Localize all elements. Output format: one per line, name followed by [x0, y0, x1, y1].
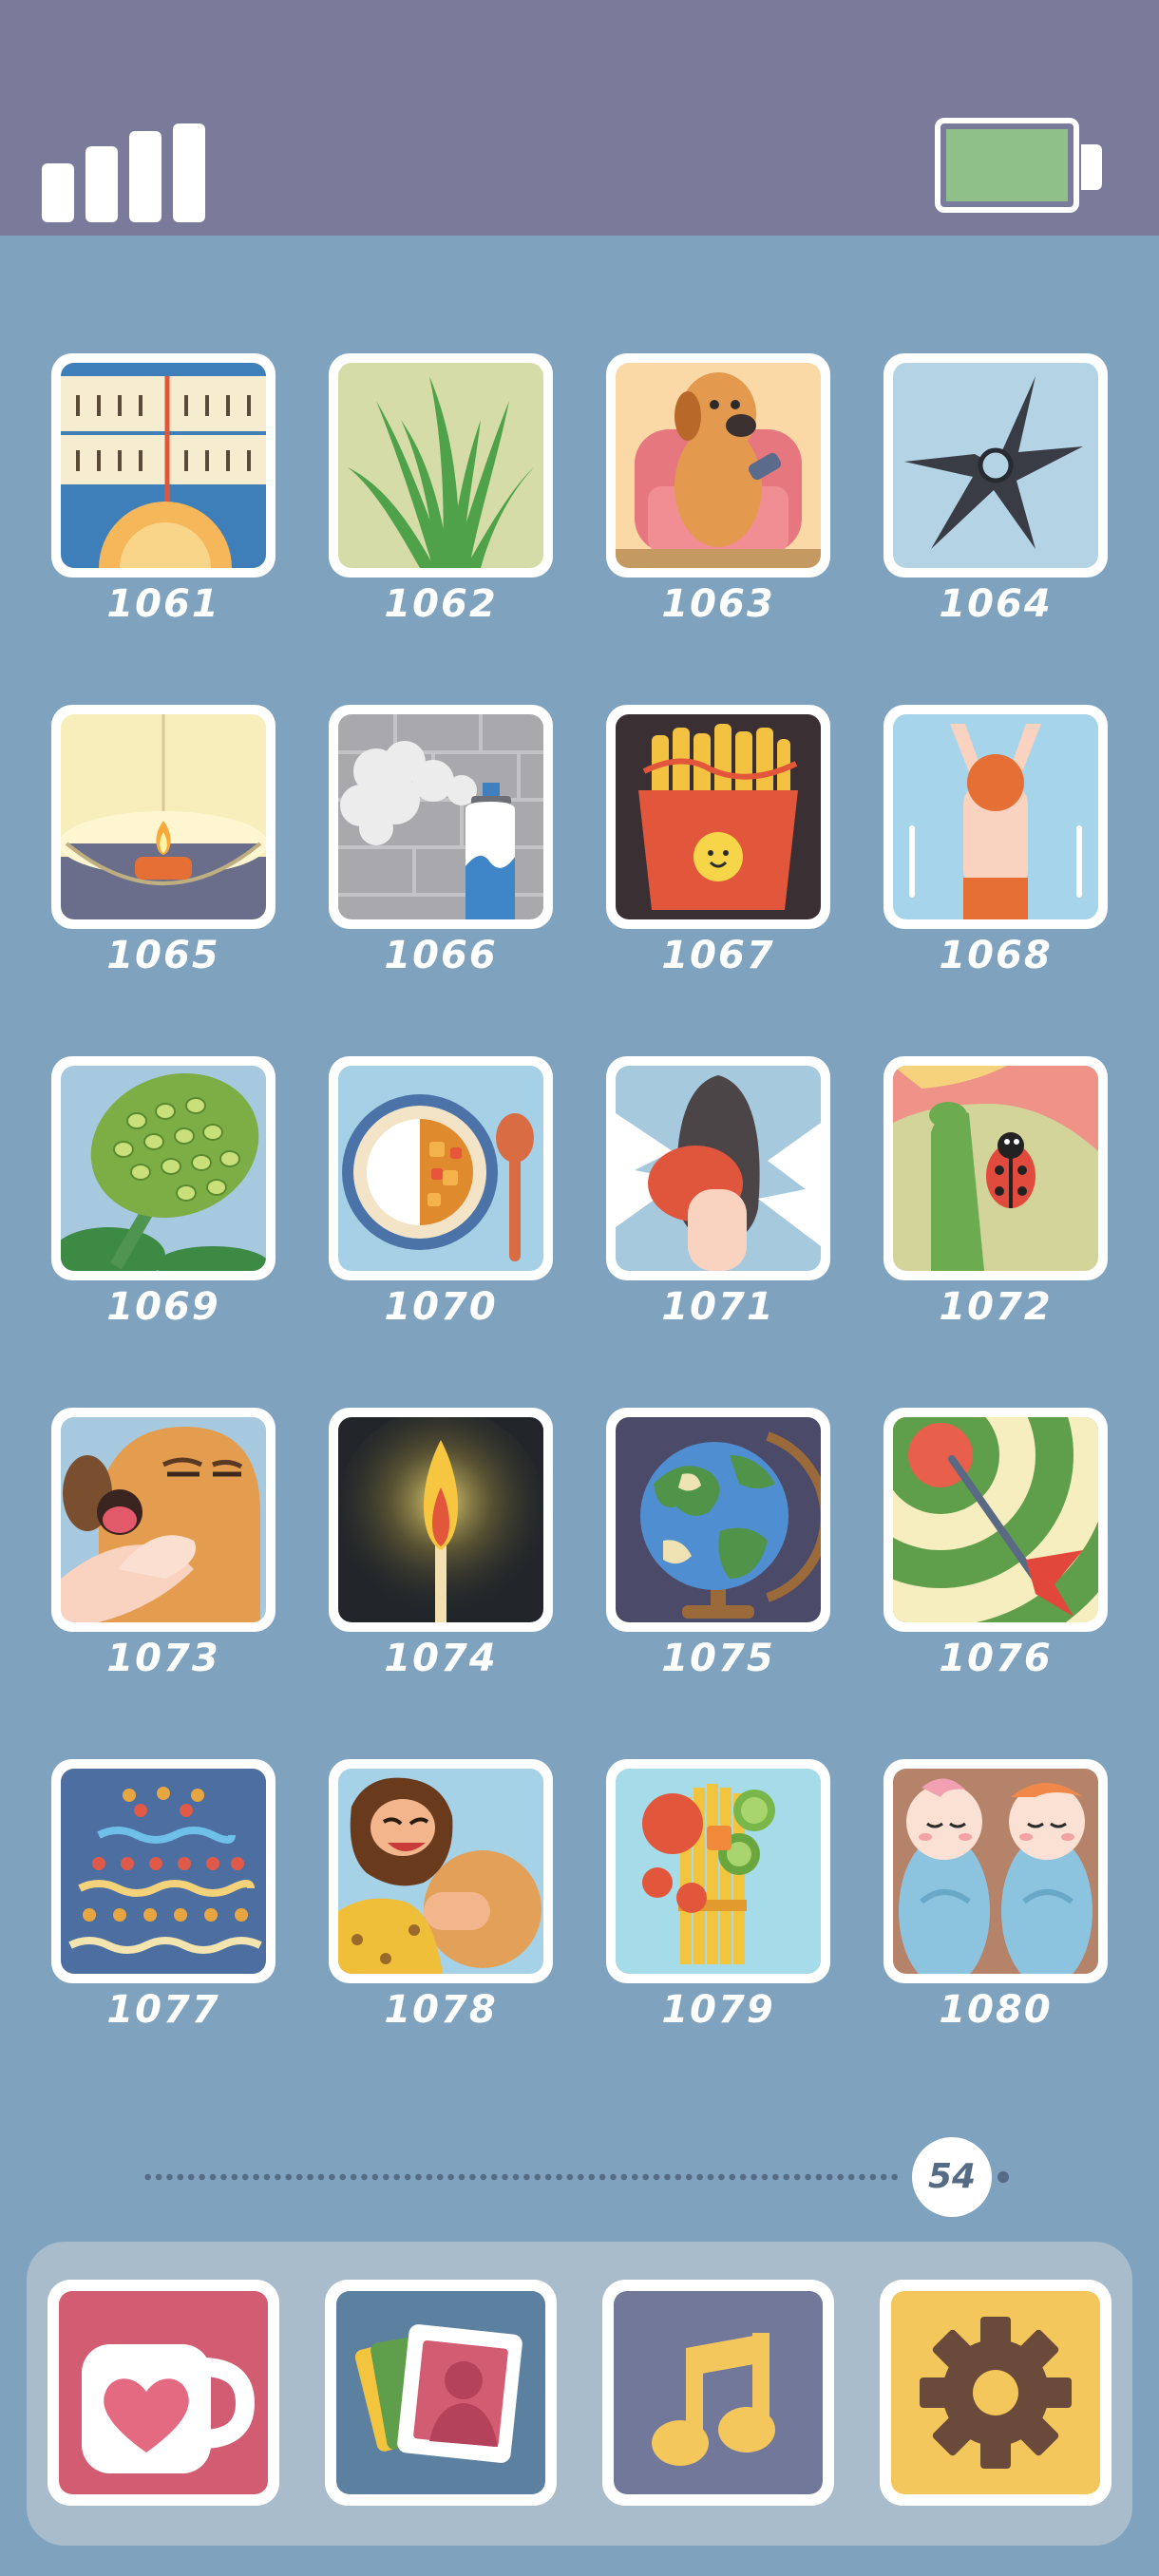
spray-can-icon: [338, 714, 543, 919]
level-number: 1062: [384, 582, 498, 626]
level-tile[interactable]: [884, 1056, 1108, 1280]
boxing-glove-icon: [616, 1066, 821, 1271]
thermometer-ruler-icon: [61, 363, 266, 568]
swimmer-icon: [893, 714, 1098, 919]
level-number: 1064: [939, 582, 1053, 626]
level-number: 1072: [939, 1285, 1053, 1329]
level-tile[interactable]: [884, 353, 1108, 578]
level-tile[interactable]: [884, 1759, 1108, 1983]
level-number: 1078: [384, 1988, 498, 2032]
level-number: 1068: [939, 934, 1053, 977]
lotus-seed-pod-icon: [61, 1066, 266, 1271]
level-number: 1077: [106, 1988, 220, 2032]
level-tile[interactable]: [329, 1056, 553, 1280]
fruit-bundle-icon: [616, 1769, 821, 1974]
level-tile[interactable]: [51, 1759, 276, 1983]
level-tile[interactable]: [606, 1408, 830, 1632]
globe-icon: [616, 1417, 821, 1622]
signal-bars-icon: [42, 118, 213, 222]
status-bar: [0, 0, 1159, 236]
level-item[interactable]: 1062: [329, 353, 553, 627]
level-item[interactable]: 1079: [606, 1759, 830, 2033]
level-tile[interactable]: [884, 705, 1108, 929]
level-item[interactable]: 1064: [884, 353, 1108, 627]
french-fries-icon: [616, 714, 821, 919]
level-tile[interactable]: [329, 353, 553, 578]
level-tile[interactable]: [329, 705, 553, 929]
level-item[interactable]: 1074: [329, 1408, 553, 1681]
ninja-star-icon: [893, 363, 1098, 568]
level-number: 1063: [661, 582, 775, 626]
level-tile[interactable]: [884, 1408, 1108, 1632]
level-number: 1069: [106, 1285, 220, 1329]
candle-bowl-icon: [61, 714, 266, 919]
level-item[interactable]: 1076: [884, 1408, 1108, 1681]
level-number: 1075: [661, 1637, 775, 1680]
level-item[interactable]: 1063: [606, 353, 830, 627]
level-item[interactable]: 1061: [51, 353, 276, 627]
level-number: 1080: [939, 1988, 1053, 2032]
album-button[interactable]: [325, 2280, 557, 2506]
level-number: 1071: [661, 1285, 775, 1329]
current-page-badge[interactable]: 54: [912, 2137, 992, 2217]
level-tile[interactable]: [51, 1056, 276, 1280]
level-number: 1076: [939, 1637, 1053, 1680]
page-end-dot: [998, 2171, 1009, 2183]
level-number: 1065: [106, 934, 220, 977]
level-tile[interactable]: [329, 1408, 553, 1632]
level-number: 1074: [384, 1637, 498, 1680]
level-item[interactable]: 1068: [884, 705, 1108, 978]
favorites-button[interactable]: [48, 2280, 279, 2506]
music-button[interactable]: [602, 2280, 834, 2506]
settings-button[interactable]: [880, 2280, 1112, 2506]
level-item[interactable]: 1071: [606, 1056, 830, 1330]
patterned-cake-icon: [61, 1769, 266, 1974]
level-number: 1067: [661, 934, 775, 977]
dog-armchair-remote-icon: [616, 363, 821, 568]
dog-yawning-icon: [61, 1417, 266, 1622]
curry-rice-icon: [338, 1066, 543, 1271]
lit-match-icon: [338, 1417, 543, 1622]
level-tile[interactable]: [606, 1759, 830, 1983]
ladybug-icon: [893, 1066, 1098, 1271]
music-note-icon: [614, 2291, 823, 2494]
level-item[interactable]: 1067: [606, 705, 830, 978]
level-item[interactable]: 1080: [884, 1759, 1108, 2033]
level-number: 1073: [106, 1637, 220, 1680]
swaddled-babies-icon: [893, 1769, 1098, 1974]
battery-icon: [935, 118, 1102, 220]
level-tile[interactable]: [51, 705, 276, 929]
level-number: 1070: [384, 1285, 498, 1329]
level-tile[interactable]: [606, 353, 830, 578]
bottom-dock: [27, 2242, 1132, 2546]
level-number: 1061: [106, 582, 220, 626]
gear-icon: [891, 2291, 1100, 2494]
level-item[interactable]: 1065: [51, 705, 276, 978]
heart-mug-icon: [59, 2291, 268, 2494]
level-tile[interactable]: [606, 705, 830, 929]
level-item[interactable]: 1072: [884, 1056, 1108, 1330]
page-track[interactable]: [142, 2173, 902, 2181]
level-tile[interactable]: [51, 353, 276, 578]
level-number: 1066: [384, 934, 498, 977]
dart-target-icon: [893, 1417, 1098, 1622]
level-item[interactable]: 1066: [329, 705, 553, 978]
caveman-stone-icon: [338, 1769, 543, 1974]
battery-level: [946, 129, 1068, 201]
green-grass-icon: [338, 363, 543, 568]
page-indicator[interactable]: 54: [142, 2137, 1016, 2217]
level-item[interactable]: 1077: [51, 1759, 276, 2033]
level-item[interactable]: 1070: [329, 1056, 553, 1330]
level-number: 1079: [661, 1988, 775, 2032]
level-item[interactable]: 1075: [606, 1408, 830, 1681]
photo-album-icon: [336, 2291, 545, 2494]
level-tile[interactable]: [606, 1056, 830, 1280]
level-tile[interactable]: [329, 1759, 553, 1983]
level-item[interactable]: 1073: [51, 1408, 276, 1681]
level-tile[interactable]: [51, 1408, 276, 1632]
level-item[interactable]: 1069: [51, 1056, 276, 1330]
level-item[interactable]: 1078: [329, 1759, 553, 2033]
